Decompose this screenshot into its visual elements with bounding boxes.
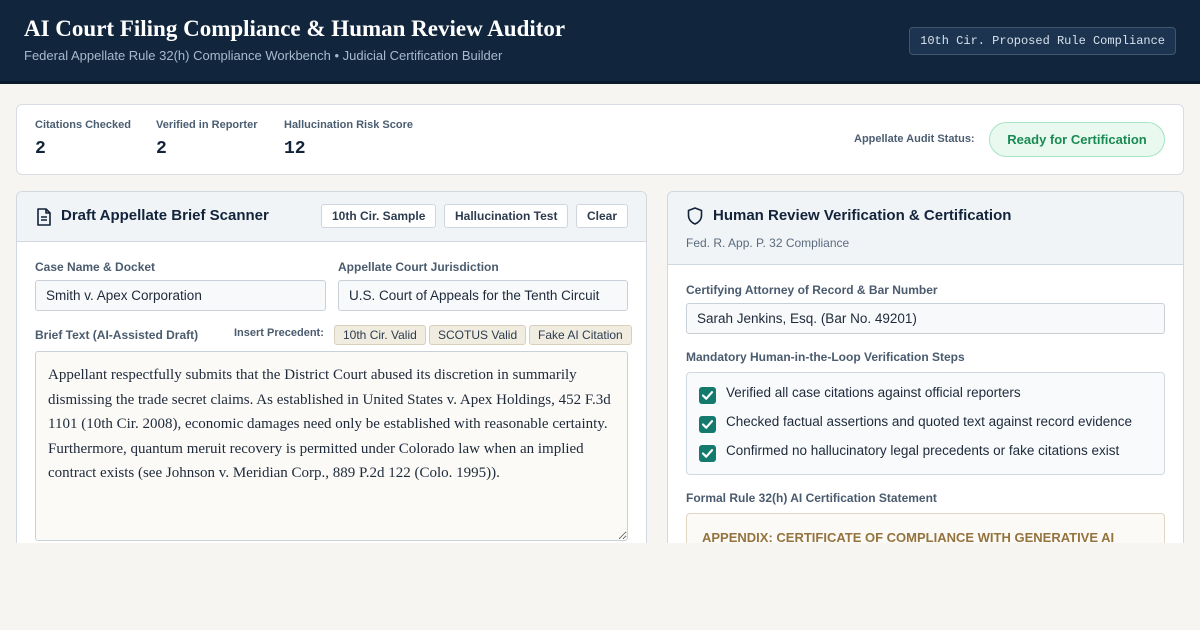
hallucination-test-button[interactable]: Hallucination Test — [444, 204, 569, 228]
attorney-label: Certifying Attorney of Record & Bar Numb… — [686, 283, 938, 297]
brief-text-area[interactable]: Appellant respectfully submits that the … — [35, 351, 628, 541]
human-review-header: Human Review Verification & Certificatio… — [668, 192, 1183, 265]
audit-status-label: Appellate Audit Status: — [854, 133, 975, 145]
case-name-input[interactable] — [35, 280, 326, 311]
page-background-bottom — [0, 543, 1200, 630]
app-title: AI Court Filing Compliance & Human Revie… — [24, 16, 566, 41]
checkbox-checked[interactable] — [699, 445, 716, 462]
shield-icon — [687, 207, 703, 225]
stat-label: Citations Checked — [35, 119, 131, 131]
stat-value: 2 — [156, 139, 167, 159]
sample-button[interactable]: 10th Cir. Sample — [321, 204, 437, 228]
stat-value: 2 — [35, 139, 46, 159]
attorney-input[interactable] — [686, 303, 1165, 334]
insert-fake-citation-button[interactable]: Fake AI Citation — [529, 325, 632, 345]
document-icon — [36, 208, 52, 226]
stat-hallucination-risk: Hallucination Risk Score 12 — [284, 119, 413, 159]
app-header: AI Court Filing Compliance & Human Revie… — [0, 0, 1200, 84]
human-review-title: Human Review Verification & Certificatio… — [713, 207, 1012, 224]
stat-value: 12 — [284, 139, 306, 159]
stat-label: Hallucination Risk Score — [284, 119, 413, 131]
verification-step-label: Verified all case citations against offi… — [726, 385, 1021, 400]
checkbox-checked[interactable] — [699, 387, 716, 404]
jurisdiction-input[interactable] — [338, 280, 628, 311]
case-name-label: Case Name & Docket — [35, 260, 156, 274]
human-review-subtitle: Fed. R. App. P. 32 Compliance — [686, 236, 850, 250]
clear-button[interactable]: Clear — [576, 204, 629, 228]
rule-compliance-badge: 10th Cir. Proposed Rule Compliance — [909, 27, 1176, 55]
brief-scanner-title: Draft Appellate Brief Scanner — [61, 207, 269, 224]
checkbox-checked[interactable] — [699, 416, 716, 433]
brief-text-label: Brief Text (AI-Assisted Draft) — [35, 328, 199, 342]
stats-bar: Citations Checked 2 Verified in Reporter… — [16, 104, 1184, 175]
verification-step-label: Confirmed no hallucinatory legal precede… — [726, 443, 1120, 458]
insert-10th-cir-valid-button[interactable]: 10th Cir. Valid — [334, 325, 426, 345]
jurisdiction-label: Appellate Court Jurisdiction — [338, 260, 499, 274]
stat-citations-checked: Citations Checked 2 — [35, 119, 131, 159]
insert-scotus-valid-button[interactable]: SCOTUS Valid — [429, 325, 527, 345]
insert-precedent-label: Insert Precedent: — [234, 327, 324, 339]
audit-status-badge: Ready for Certification — [989, 122, 1165, 157]
app-subtitle: Federal Appellate Rule 32(h) Compliance … — [24, 48, 503, 63]
verification-step-label: Checked factual assertions and quoted te… — [726, 414, 1133, 429]
verification-steps-label: Mandatory Human-in-the-Loop Verification… — [686, 350, 965, 364]
verification-steps-list: Verified all case citations against offi… — [686, 372, 1165, 475]
stat-label: Verified in Reporter — [156, 119, 258, 131]
certification-label: Formal Rule 32(h) AI Certification State… — [686, 491, 937, 505]
brief-scanner-header: Draft Appellate Brief Scanner 10th Cir. … — [17, 192, 646, 242]
stat-verified-in-reporter: Verified in Reporter 2 — [156, 119, 257, 159]
